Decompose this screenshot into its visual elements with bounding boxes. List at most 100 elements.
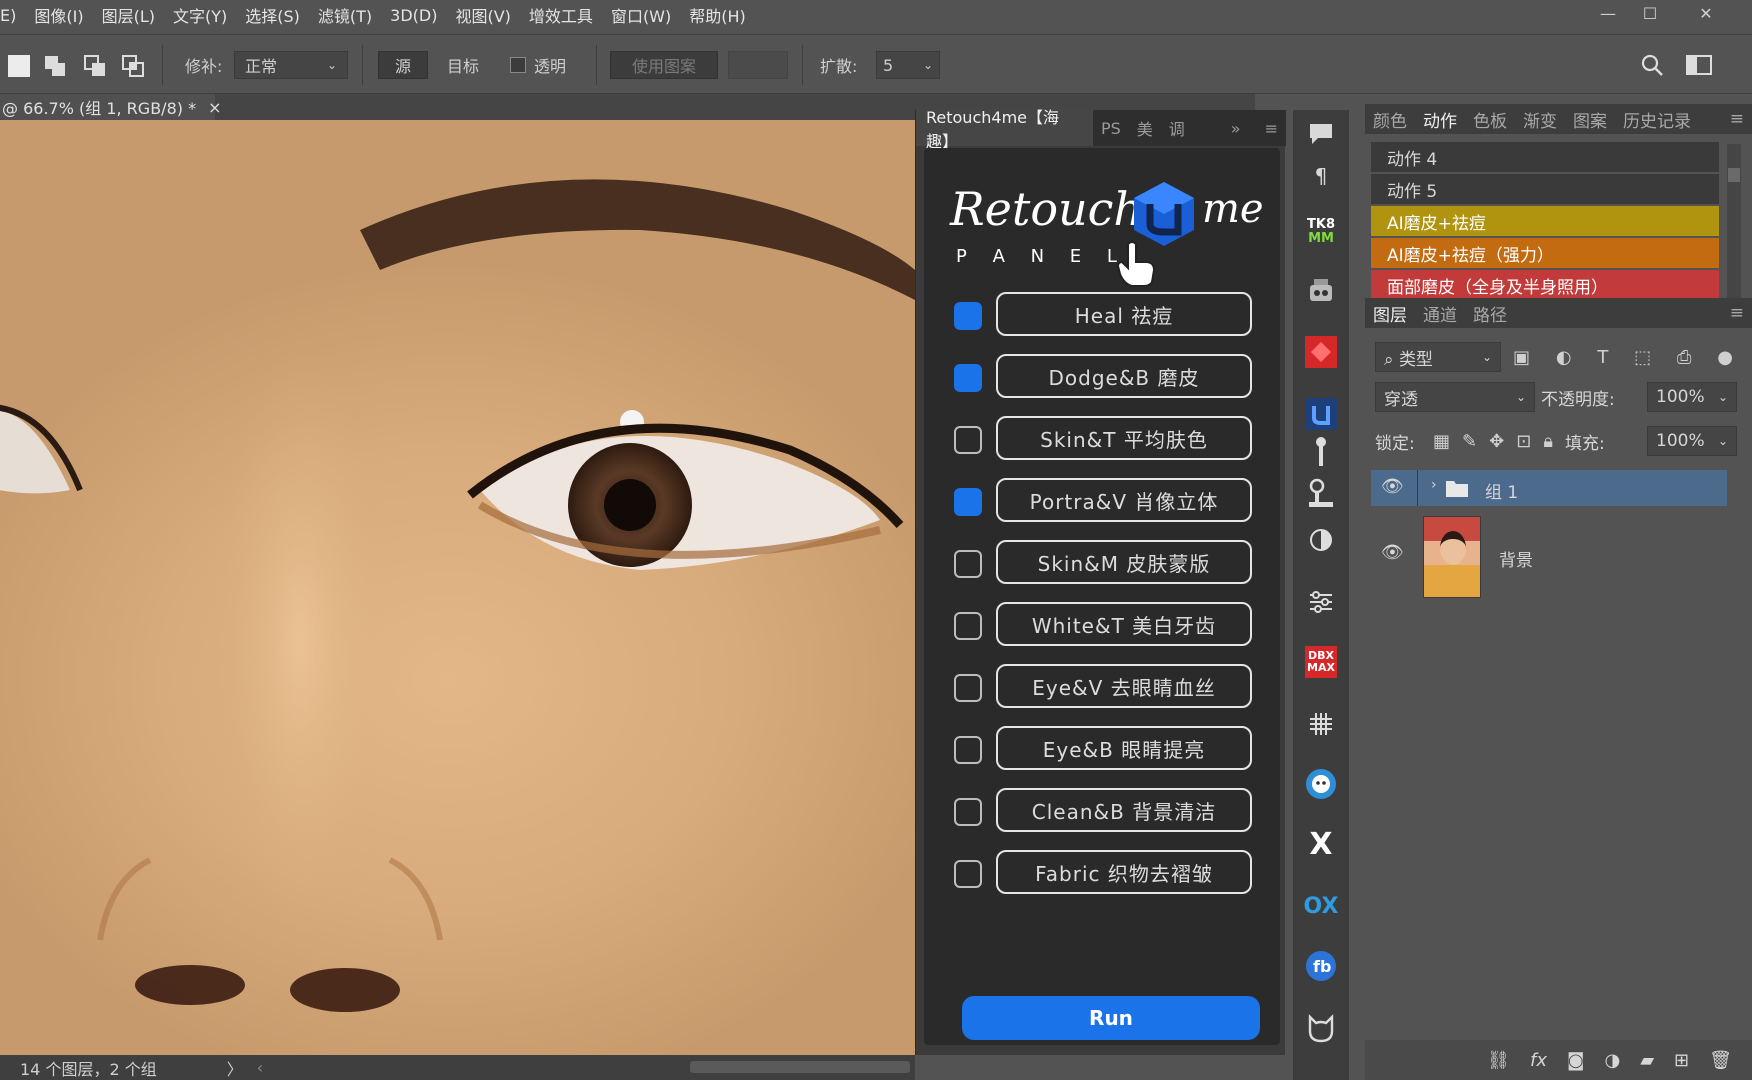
opacity-field[interactable]: 100% ⌄: [1647, 382, 1737, 412]
retouch-option-button[interactable]: White&T 美白牙齿: [996, 602, 1252, 646]
workspace-icon[interactable]: [1686, 51, 1712, 79]
more-tabs-icon[interactable]: »: [1223, 119, 1249, 138]
cat-plugin-icon[interactable]: [1303, 1010, 1339, 1046]
retouch-option-checkbox[interactable]: [954, 736, 982, 764]
document-canvas[interactable]: [0, 120, 915, 1055]
new-selection-icon[interactable]: [8, 55, 30, 77]
fill-field[interactable]: 100% ⌄: [1647, 426, 1737, 456]
action-item[interactable]: AI磨皮+祛痘（强力）: [1371, 238, 1719, 268]
tab-ps[interactable]: PS: [1093, 119, 1129, 138]
chevron-right-icon[interactable]: ›: [1431, 477, 1437, 493]
patch-mode-select[interactable]: 正常 ⌄: [234, 51, 348, 79]
tab-retouch4me[interactable]: Retouch4me【海趣】: [916, 108, 1093, 151]
trash-icon[interactable]: 🗑︎: [1709, 1050, 1732, 1071]
lock-position-icon[interactable]: ✥: [1489, 431, 1504, 452]
adjustment-filter-icon[interactable]: ◐: [1556, 347, 1572, 368]
brush-stand-icon[interactable]: [1303, 434, 1339, 470]
face-plugin-icon[interactable]: [1303, 766, 1339, 802]
smart-object-filter-icon[interactable]: ⎙: [1677, 347, 1691, 368]
layer-row-background[interactable]: 👁︎ 背景: [1371, 510, 1727, 600]
add-selection-icon[interactable]: [44, 55, 66, 77]
menu-item-select[interactable]: 选择(S): [236, 3, 309, 27]
tab-history[interactable]: 历史记录: [1615, 107, 1699, 132]
image-filter-icon[interactable]: ▣: [1513, 347, 1530, 368]
red-plugin-icon[interactable]: [1303, 334, 1339, 370]
lock-all-icon[interactable]: 🔒︎: [1543, 431, 1553, 452]
panel-menu-icon[interactable]: ≡: [1257, 119, 1286, 138]
retouch-option-checkbox[interactable]: [954, 488, 982, 516]
lock-pixels-icon[interactable]: ✎: [1462, 431, 1477, 452]
layer-filter-select[interactable]: ⌕ 类型 ⌄: [1375, 342, 1501, 372]
menu-item-filter[interactable]: 滤镜(T): [309, 3, 381, 27]
tab-actions[interactable]: 动作: [1415, 107, 1465, 132]
retouch-option-button[interactable]: Fabric 织物去褶皱: [996, 850, 1252, 894]
filter-toggle-icon[interactable]: ●: [1717, 347, 1733, 368]
tab-channels[interactable]: 通道: [1415, 301, 1465, 326]
contrast-icon[interactable]: [1303, 522, 1339, 558]
minimize-button[interactable]: —: [1588, 0, 1628, 26]
x-plugin-icon[interactable]: X: [1303, 826, 1339, 862]
dbx-max-icon[interactable]: DBX MAX: [1305, 646, 1337, 678]
diffusion-select[interactable]: 5 ⌄: [876, 51, 940, 79]
type-filter-icon[interactable]: T: [1597, 347, 1608, 368]
run-button[interactable]: Run: [962, 996, 1260, 1040]
retouch-option-checkbox[interactable]: [954, 612, 982, 640]
retouch-option-checkbox[interactable]: [954, 302, 982, 330]
menu-item-view[interactable]: 视图(V): [446, 3, 519, 27]
blend-mode-select[interactable]: 穿透 ⌄: [1375, 382, 1535, 412]
horizontal-scrollbar[interactable]: [690, 1061, 910, 1073]
pattern-picker[interactable]: [728, 51, 788, 79]
retouch-option-checkbox[interactable]: [954, 674, 982, 702]
retouch-option-button[interactable]: Eye&V 去眼睛血丝: [996, 664, 1252, 708]
fb-plugin-icon[interactable]: fb: [1303, 948, 1339, 984]
folder-icon[interactable]: ▰: [1640, 1050, 1654, 1071]
action-item[interactable]: 动作 5: [1371, 174, 1719, 204]
fx-icon[interactable]: fx: [1530, 1050, 1547, 1071]
tab-patterns[interactable]: 图案: [1565, 107, 1615, 132]
retouch4me-icon[interactable]: [1303, 396, 1339, 432]
retouch-option-checkbox[interactable]: [954, 798, 982, 826]
menu-item-window[interactable]: 窗口(W): [602, 3, 680, 27]
tab-mei[interactable]: 美: [1129, 116, 1161, 140]
paragraph-icon[interactable]: ¶: [1303, 158, 1339, 194]
retouch-option-button[interactable]: Skin&T 平均肤色: [996, 416, 1252, 460]
retouch-option-button[interactable]: Clean&B 背景清洁: [996, 788, 1252, 832]
maximize-button[interactable]: ☐: [1630, 0, 1670, 26]
menu-item-type[interactable]: 文字(Y): [164, 3, 236, 27]
subtract-selection-icon[interactable]: [84, 55, 106, 77]
shape-filter-icon[interactable]: ⬚: [1634, 347, 1651, 368]
action-item[interactable]: AI磨皮+祛痘: [1371, 206, 1719, 236]
lock-transparent-icon[interactable]: ▦: [1433, 431, 1450, 452]
retouch-option-button[interactable]: Skin&M 皮肤蒙版: [996, 540, 1252, 584]
tab-swatches[interactable]: 色板: [1465, 107, 1515, 132]
grid-icon[interactable]: [1303, 706, 1339, 742]
ox-plugin-icon[interactable]: OX: [1303, 888, 1339, 924]
action-item[interactable]: 面部磨皮（全身及半身照用）: [1371, 270, 1719, 300]
document-tab[interactable]: @ 66.7% (组 1, RGB/8) * ×: [0, 94, 221, 120]
adjust-sliders-icon[interactable]: [1303, 584, 1339, 620]
robot-plugin-icon[interactable]: [1303, 274, 1339, 310]
tab-gradients[interactable]: 渐变: [1515, 107, 1565, 132]
panel-menu-icon[interactable]: ≡: [1722, 303, 1752, 323]
retouch-option-button[interactable]: Eye&B 眼睛提亮: [996, 726, 1252, 770]
panel-menu-icon[interactable]: ≡: [1722, 109, 1752, 129]
tab-tiao[interactable]: 调: [1161, 116, 1193, 140]
close-window-button[interactable]: ✕: [1686, 0, 1726, 26]
source-button[interactable]: 源: [378, 51, 428, 79]
tab-layers[interactable]: 图层: [1365, 301, 1415, 326]
scroll-left-icon[interactable]: ‹: [257, 1058, 263, 1077]
status-arrow-icon[interactable]: 〉: [227, 1056, 243, 1080]
menu-item-3d[interactable]: 3D(D): [381, 6, 446, 25]
menu-item-layer[interactable]: 图层(L): [93, 3, 164, 27]
eye-icon[interactable]: 👁︎: [1381, 476, 1404, 497]
intersect-selection-icon[interactable]: [122, 55, 144, 77]
tkmm-plugin-icon[interactable]: TK8 MM: [1303, 214, 1339, 250]
lock-artboard-icon[interactable]: ⊡: [1516, 431, 1531, 452]
mask-icon[interactable]: ◙: [1567, 1050, 1584, 1071]
close-tab-icon[interactable]: ×: [208, 98, 221, 117]
retouch-option-button[interactable]: Heal 祛痘: [996, 292, 1252, 336]
retouch-option-checkbox[interactable]: [954, 860, 982, 888]
retouch-option-checkbox[interactable]: [954, 426, 982, 454]
retouch-option-checkbox[interactable]: [954, 364, 982, 392]
adjustment-icon[interactable]: ◑: [1604, 1050, 1620, 1071]
